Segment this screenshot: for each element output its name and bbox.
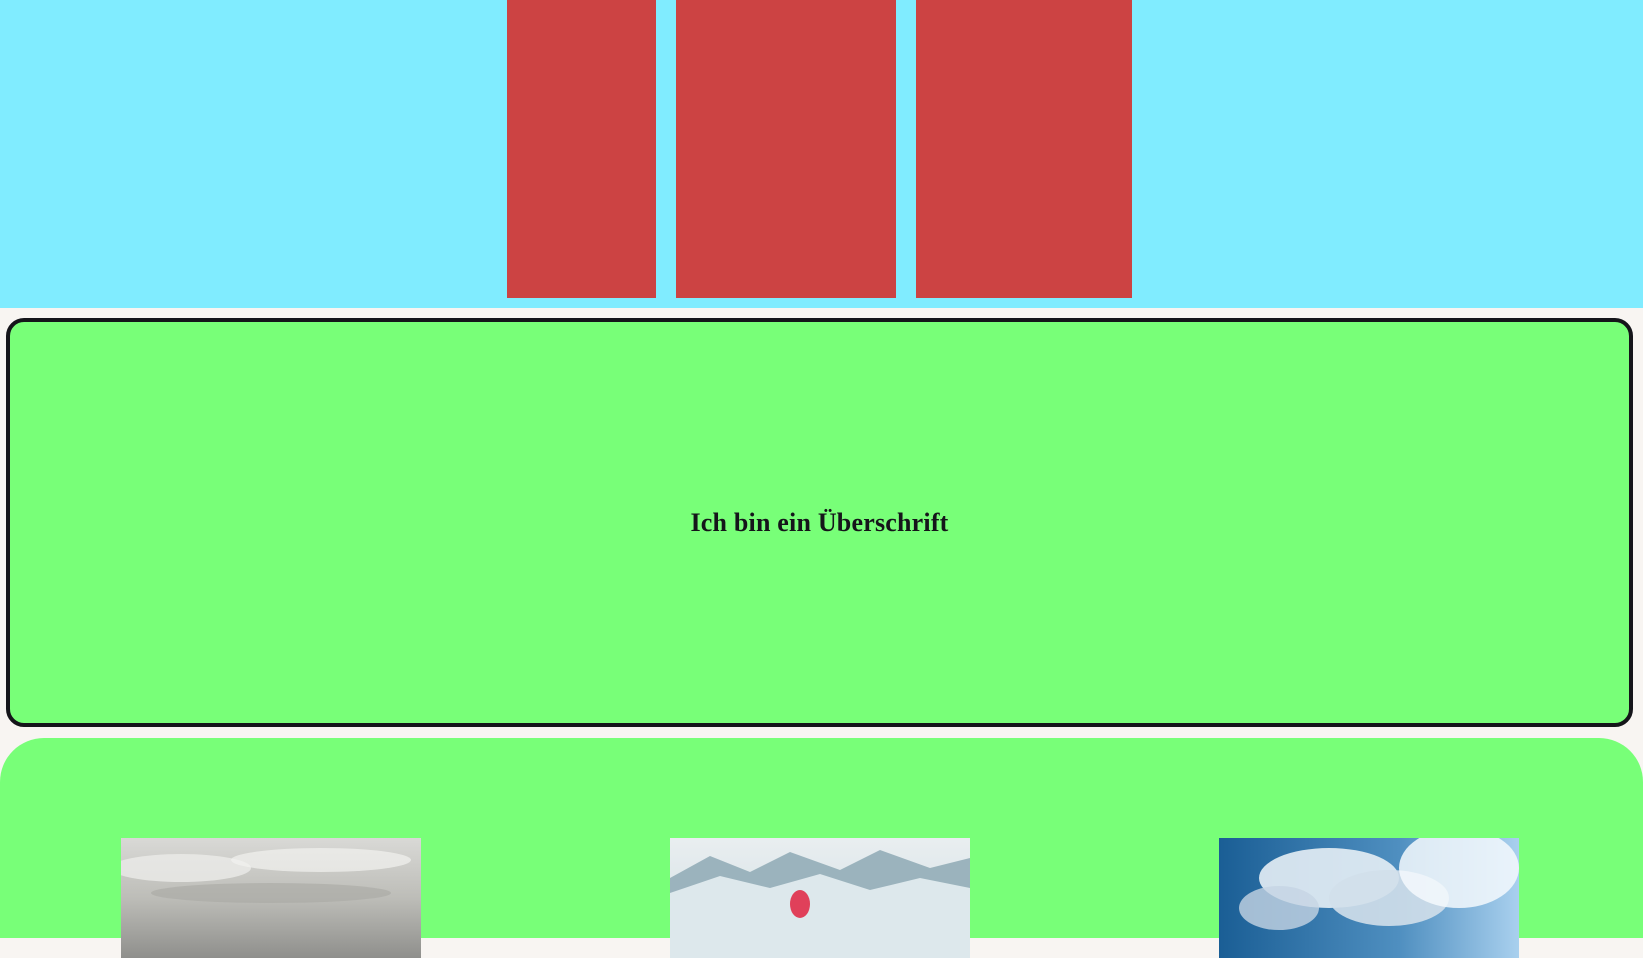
- red-block-3: [916, 0, 1132, 298]
- red-block-2: [676, 0, 896, 298]
- red-block-1: [507, 0, 656, 298]
- image-gallery: [0, 738, 1643, 958]
- cloudy-sky-image: [121, 838, 421, 958]
- snowy-mountain-balloon-image: [670, 838, 970, 958]
- top-banner: [0, 0, 1643, 308]
- page-title: Ich bin ein Überschrift: [690, 507, 949, 537]
- hero-panel: Ich bin ein Überschrift: [6, 318, 1633, 727]
- blue-sky-clouds-image: [1219, 838, 1519, 958]
